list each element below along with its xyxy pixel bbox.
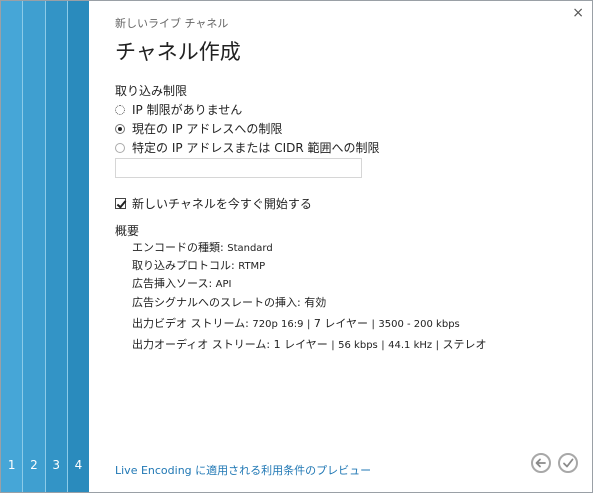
radio-indicator[interactable] — [115, 142, 125, 153]
step-4[interactable]: 4 — [67, 1, 90, 492]
step-3[interactable]: 3 — [45, 1, 67, 492]
dialog-window: 1 2 3 4 × 新しいライブ チャネル チャネル作成 取り込み制限 IP 制… — [0, 0, 593, 493]
summary-ingest-protocol: 取り込みプロトコル: RTMP — [132, 257, 265, 273]
summary-separator: | — [435, 340, 440, 351]
summary-value: 1 レイヤー — [273, 338, 328, 351]
summary-key: 出力オーディオ ストリーム: — [132, 338, 271, 351]
summary-value: RTMP — [238, 261, 266, 272]
summary-value: Standard — [227, 243, 273, 254]
page-title: チャネル作成 — [115, 40, 241, 64]
step-rail: 1 2 3 4 — [1, 1, 90, 492]
radio-indicator[interactable] — [115, 123, 125, 134]
summary-value: ステレオ — [442, 338, 487, 351]
radio-label: 特定の IP アドレスまたは CIDR 範囲への制限 — [132, 141, 380, 155]
ingest-restriction-label: 取り込み制限 — [115, 84, 188, 98]
back-button[interactable] — [531, 453, 551, 473]
radio-no-ip-restriction[interactable]: IP 制限がありません — [115, 101, 242, 118]
summary-value: 720p 16:9 — [252, 319, 304, 330]
step-number: 3 — [52, 458, 60, 472]
terms-preview-link[interactable]: Live Encoding に適用される利用条件のプレビュー — [115, 462, 371, 478]
radio-label: 現在の IP アドレスへの制限 — [132, 122, 283, 136]
summary-label: 概要 — [115, 224, 140, 238]
summary-video-stream: 出力ビデオ ストリーム: 720p 16:9 | 7 レイヤー | 3500 -… — [132, 315, 460, 331]
start-now-checkbox[interactable] — [115, 198, 126, 209]
dialog-subtitle: 新しいライブ チャネル — [115, 17, 229, 30]
summary-value: 7 レイヤー — [313, 317, 368, 330]
confirm-button[interactable] — [558, 453, 578, 473]
step-number: 2 — [30, 458, 38, 472]
step-number: 4 — [74, 458, 83, 472]
cidr-range-input[interactable] — [115, 158, 362, 178]
radio-specific-ip-cidr[interactable]: 特定の IP アドレスまたは CIDR 範囲への制限 — [115, 139, 380, 156]
summary-value: 56 kbps — [338, 340, 378, 351]
radio-current-ip[interactable]: 現在の IP アドレスへの制限 — [115, 120, 282, 137]
summary-key: 取り込みプロトコル: — [132, 259, 235, 272]
step-1[interactable]: 1 — [1, 1, 23, 492]
radio-indicator[interactable] — [115, 104, 125, 115]
summary-separator: | — [371, 319, 375, 330]
summary-separator: | — [381, 340, 385, 351]
summary-encoding-type: エンコードの種類: Standard — [132, 239, 273, 255]
checkmark-icon — [563, 458, 574, 468]
close-icon[interactable]: × — [572, 5, 584, 21]
summary-value: 有効 — [304, 296, 327, 309]
start-now-checkbox-row[interactable]: 新しいチャネルを今すぐ開始する — [115, 195, 312, 212]
summary-separator: | — [306, 319, 311, 330]
radio-label: IP 制限がありません — [132, 103, 243, 117]
summary-ad-source: 広告挿入ソース: API — [132, 275, 231, 291]
step-number: 1 — [7, 458, 16, 472]
summary-audio-stream: 出力オーディオ ストリーム: 1 レイヤー | 56 kbps | 44.1 k… — [132, 336, 487, 352]
summary-value: 3500 - 200 kbps — [378, 319, 460, 330]
summary-key: 広告挿入ソース: — [132, 277, 213, 290]
step-2[interactable]: 2 — [23, 1, 45, 492]
back-arrow-icon — [535, 458, 546, 468]
summary-key: 広告シグナルへのスレートの挿入: — [132, 296, 301, 309]
summary-value: API — [215, 279, 232, 290]
start-now-label: 新しいチャネルを今すぐ開始する — [132, 197, 312, 211]
summary-slate-insertion: 広告シグナルへのスレートの挿入: 有効 — [132, 294, 326, 310]
summary-separator: | — [331, 340, 335, 351]
summary-key: 出力ビデオ ストリーム: — [132, 317, 249, 330]
summary-key: エンコードの種類: — [132, 241, 224, 254]
summary-value: 44.1 kHz — [388, 340, 433, 351]
